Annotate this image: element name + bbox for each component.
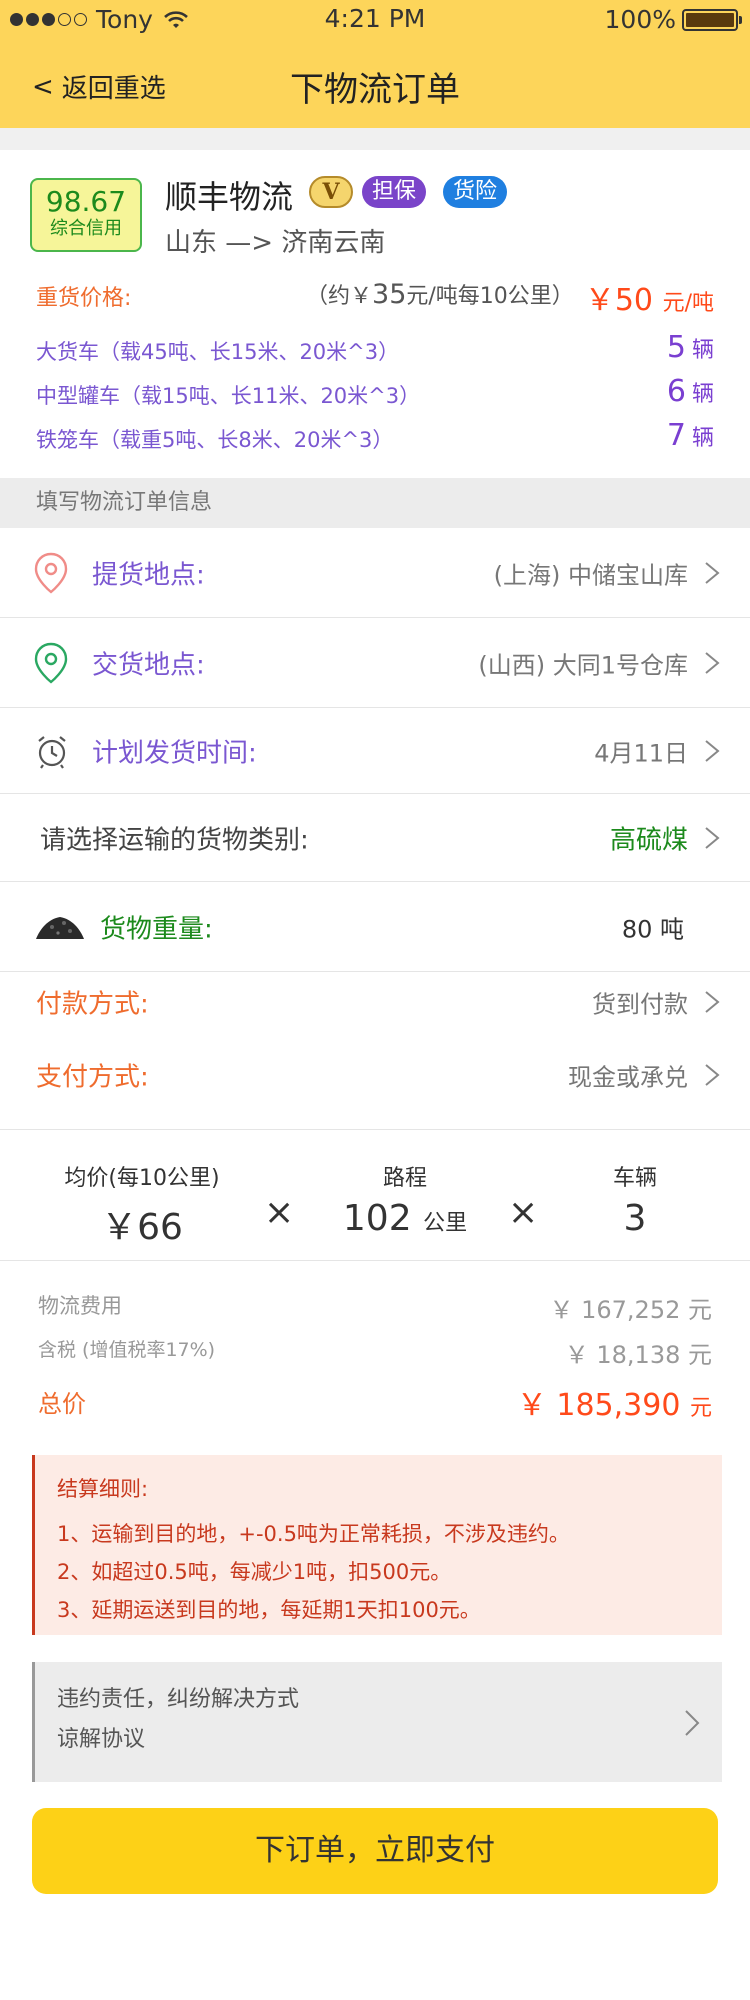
truck-row: 中型罐车（载15吨、长11米、20米^3） 6辆: [36, 374, 714, 414]
cargo-type-row[interactable]: 请选择运输的货物类别: 高硫煤: [0, 794, 750, 882]
avg-price-value: ￥66: [101, 1207, 183, 1248]
battery-icon: [682, 8, 742, 31]
battery-percent: 100%: [604, 5, 676, 34]
chevron-right-icon: [705, 991, 720, 1013]
pay-type-label: 支付方式:: [36, 1062, 149, 1093]
vehicles-block: 车辆 3: [590, 1160, 680, 1239]
submit-order-button[interactable]: 下订单，立即支付: [32, 1808, 718, 1894]
multiply-sign: ×: [508, 1192, 539, 1233]
cargo-weight-row[interactable]: 货物重量: 80 吨: [0, 882, 750, 972]
price-unit: 元/吨: [662, 291, 714, 316]
chevron-right-icon: [705, 826, 720, 849]
logistics-fee-label: 物流费用: [38, 1294, 122, 1318]
page-title: 下物流订单: [290, 70, 460, 110]
tax-label: 含税 (增值税率17%): [38, 1339, 216, 1361]
vehicles-label: 车辆: [612, 1166, 657, 1191]
insurance-tag: 货险: [443, 176, 508, 208]
truck-count: 5辆: [666, 330, 714, 365]
pickup-value: (上海) 中储宝山库: [493, 561, 688, 589]
multiply-sign: ×: [264, 1192, 295, 1233]
settlement-rules: 结算细则: 1、运输到目的地，+-0.5吨为正常耗损，不涉及违约。 2、如超过0…: [32, 1455, 722, 1635]
truck-name: 大货车（载45吨、长15米、20米^3）: [36, 340, 400, 364]
payment-method-row[interactable]: 付款方式: 货到付款: [0, 972, 750, 1032]
approx-suffix: 元/吨每10公里）: [406, 284, 574, 309]
location-pin-icon: [34, 642, 68, 684]
cargo-weight-value: 80 吨: [621, 915, 684, 943]
section-header: 填写物流订单信息: [0, 478, 750, 528]
distance-value: 102 公里: [342, 1198, 468, 1239]
cargo-type-value: 高硫煤: [609, 825, 688, 855]
alarm-clock-icon: [38, 735, 66, 769]
chevron-right-icon: [705, 651, 720, 674]
approx-prefix: （约￥: [306, 284, 373, 309]
ship-time-label: 计划发货时间:: [92, 738, 257, 768]
truck-count: 6辆: [666, 374, 714, 409]
delivery-location-row[interactable]: 交货地点: (山西) 大同1号仓库: [0, 618, 750, 708]
payment-method-label: 付款方式:: [36, 989, 149, 1020]
status-bar: Tony 4:21 PM 100%: [0, 0, 750, 40]
ship-time-row[interactable]: 计划发货时间: 4月11日: [0, 708, 750, 794]
divider: [0, 1260, 750, 1261]
cargo-type-label: 请选择运输的货物类别:: [40, 825, 309, 855]
credit-score: 98.67: [45, 185, 127, 218]
battery-status: 100%: [604, 5, 742, 34]
chevron-right-icon: [705, 561, 720, 584]
breach-line: 违约责任，纠纷解决方式: [57, 1687, 300, 1712]
vehicles-value: 3: [623, 1198, 647, 1239]
truck-row: 大货车（载45吨、长15米、20米^3） 5辆: [36, 330, 714, 370]
avg-price-label: 均价(每10公里): [64, 1166, 220, 1191]
logistics-fee-row: 物流费用 ￥ 167,252 元: [38, 1290, 712, 1324]
guarantee-tag: 担保: [362, 176, 427, 208]
distance-block: 路程 102 公里: [330, 1160, 480, 1239]
pickup-location-row[interactable]: 提货地点: (上海) 中储宝山库: [0, 528, 750, 618]
chevron-right-icon: [705, 1063, 720, 1086]
price-label: 重货价格:: [36, 286, 132, 311]
approx-value: 35: [372, 279, 407, 310]
ship-time-value: 4月11日: [594, 739, 688, 767]
distance-label: 路程: [382, 1166, 427, 1191]
delivery-label: 交货地点:: [92, 650, 205, 680]
pay-type-row[interactable]: 支付方式: 现金或承兑: [0, 1032, 750, 1130]
agreement-line: 谅解协议: [57, 1727, 146, 1752]
route-text: 山东 —> 济南云南: [165, 228, 386, 258]
credit-score-badge: 98.67 综合信用: [30, 178, 142, 252]
rule-item: 2、如超过0.5吨，每减少1吨，扣500元。: [57, 1560, 452, 1584]
truck-count: 7辆: [666, 418, 714, 453]
tax-value: ￥ 18,138 元: [564, 1341, 712, 1369]
credit-label: 综合信用: [50, 218, 122, 239]
company-name: 顺丰物流: [165, 178, 294, 216]
top-bar: Tony 4:21 PM 100% < 返回重选 下物流订单: [0, 0, 750, 128]
vip-badge: V: [309, 176, 353, 208]
pay-type-value: 现金或承兑: [568, 1063, 688, 1092]
breach-agreement-link[interactable]: 违约责任，纠纷解决方式 谅解协议: [32, 1662, 722, 1782]
heavy-price: ￥50 元/吨: [585, 275, 714, 319]
approx-price: （约￥35元/吨每10公里）: [306, 278, 574, 310]
cargo-weight-label: 货物重量:: [100, 914, 213, 944]
chevron-right-icon: [705, 739, 720, 762]
chevron-right-icon: [685, 1710, 700, 1736]
truck-name: 铁笼车（载重5吨、长8米、20米^3）: [36, 428, 394, 452]
rule-item: 1、运输到目的地，+-0.5吨为正常耗损，不涉及违约。: [57, 1522, 570, 1546]
tax-row: 含税 (增值税率17%) ￥ 18,138 元: [38, 1335, 712, 1369]
location-pin-icon: [34, 552, 68, 594]
price-value: ￥50: [584, 283, 654, 318]
truck-row: 铁笼车（载重5吨、长8米、20米^3） 7辆: [36, 418, 714, 458]
delivery-value: (山西) 大同1号仓库: [478, 651, 688, 679]
divider: [0, 128, 750, 150]
total-row: 总价 ￥ 185,390 元: [38, 1380, 712, 1423]
coal-pile-icon: [36, 916, 84, 939]
truck-name: 中型罐车（载15吨、长11米、20米^3）: [36, 384, 421, 408]
total-value: ￥ 185,390 元: [516, 1388, 712, 1423]
total-label: 总价: [38, 1390, 86, 1418]
rules-title: 结算细则:: [57, 1477, 149, 1501]
payment-method-value: 货到付款: [592, 990, 688, 1019]
avg-price-block: 均价(每10公里) ￥66: [52, 1160, 232, 1250]
logistics-fee-value: ￥ 167,252 元: [549, 1296, 712, 1324]
pickup-label: 提货地点:: [92, 560, 205, 590]
rule-item: 3、延期运送到目的地，每延期1天扣100元。: [57, 1598, 481, 1622]
